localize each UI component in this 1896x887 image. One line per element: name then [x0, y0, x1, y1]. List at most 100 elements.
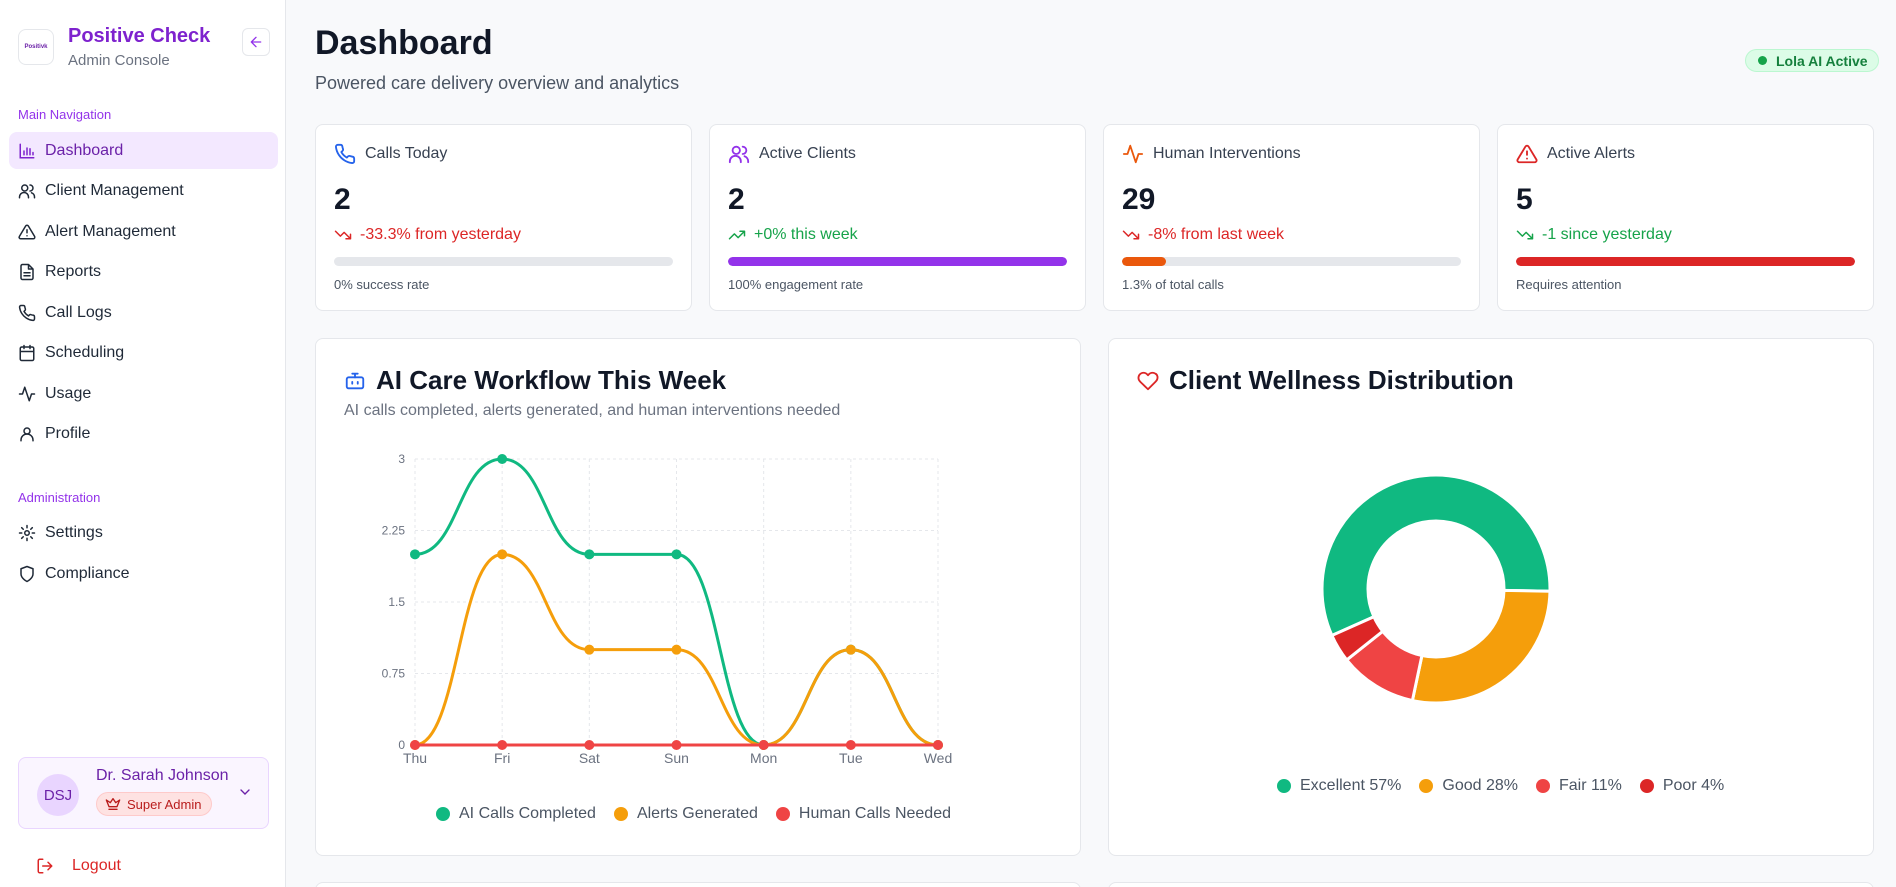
calendar-icon — [19, 344, 35, 361]
legend-label: Alerts Generated — [636, 805, 758, 822]
legend-item[interactable]: Excellent 57% — [1277, 777, 1401, 795]
donut-slice[interactable] — [1410, 588, 1552, 705]
sidebar-item-label: Settings — [45, 523, 103, 541]
stat-card-active-alerts: Active Alerts 5 -1 since yesterday Requi… — [1497, 124, 1874, 311]
chevron-down-icon[interactable] — [237, 784, 253, 800]
progress-fill — [1122, 257, 1167, 266]
trending-down-icon — [1516, 230, 1534, 240]
workflow-line-chart: 00.751.52.253Thu Fri Sat Sun Mon Tue Wed — [382, 452, 953, 766]
sidebar-item-dashboard[interactable]: Dashboard — [9, 132, 278, 169]
legend-item[interactable]: Poor 4% — [1639, 777, 1725, 795]
data-point[interactable] — [410, 740, 420, 750]
x-tick-label: Mon — [750, 750, 777, 766]
wellness-panel: Client Wellness Distribution Excellent 5… — [1108, 338, 1874, 856]
data-point[interactable] — [845, 740, 856, 750]
data-point[interactable] — [497, 549, 508, 560]
data-point[interactable] — [671, 740, 682, 750]
legend-item[interactable]: Good 28% — [1419, 777, 1518, 795]
administration-label: Administration — [18, 490, 101, 505]
legend-item[interactable]: AI Calls Completed — [436, 805, 596, 823]
stat-change: -33.3% from yesterday — [334, 226, 521, 244]
user-icon — [20, 426, 34, 441]
data-point[interactable] — [671, 644, 682, 655]
legend-item[interactable]: Fair 11% — [1536, 777, 1622, 795]
data-point[interactable] — [845, 644, 856, 655]
avatar: DSJ — [37, 774, 79, 816]
bar-chart-icon — [19, 143, 35, 158]
sidebar-item-label: Usage — [45, 384, 92, 402]
activity-icon — [18, 386, 36, 401]
legend-label: Fair 11% — [1559, 777, 1622, 794]
data-point[interactable] — [584, 644, 595, 655]
sidebar-item-settings[interactable]: Settings — [9, 514, 278, 551]
legend-item[interactable]: Human Calls Needed — [775, 805, 951, 823]
trending-down-icon — [1122, 230, 1140, 240]
crown-icon — [105, 798, 121, 810]
alert-triangle-icon — [18, 223, 36, 239]
sidebar-item-client-management[interactable]: Client Management — [9, 172, 278, 209]
user-card[interactable]: DSJ Dr. Sarah Johnson Super Admin — [18, 757, 269, 829]
logout-button[interactable]: Logout — [36, 857, 121, 875]
data-point[interactable] — [497, 454, 508, 464]
trending-down-icon — [334, 230, 352, 240]
stat-card-active-clients: Active Clients 2 +0% this week 100% enga… — [709, 124, 1086, 311]
y-tick-label: 0.75 — [382, 667, 406, 681]
x-tick-label: Sat — [579, 750, 600, 766]
file-text-icon — [20, 263, 34, 280]
legend-label: Human Calls Needed — [798, 805, 951, 822]
stat-change-text: -1 since yesterday — [1542, 226, 1672, 243]
sidebar-item-reports[interactable]: Reports — [9, 253, 278, 290]
stat-footer: 1.3% of total calls — [1122, 277, 1224, 292]
progress-bar — [1122, 257, 1461, 266]
sidebar-item-alert-management[interactable]: Alert Management — [9, 213, 278, 250]
progress-bar — [334, 257, 673, 266]
alert-triangle-icon — [1516, 144, 1538, 164]
sidebar-item-label: Compliance — [45, 564, 130, 582]
sidebar-item-label: Scheduling — [45, 343, 125, 361]
stat-title: Human Interventions — [1153, 145, 1301, 162]
data-point[interactable] — [933, 740, 943, 750]
data-point[interactable] — [410, 549, 420, 560]
main-navigation-label: Main Navigation — [18, 107, 112, 122]
stat-value: 2 — [334, 183, 351, 216]
legend-dot — [613, 807, 628, 821]
next-panel-edge — [1108, 882, 1874, 887]
brand-logo: Positivk — [18, 28, 54, 65]
stat-change-text: -33.3% from yesterday — [360, 226, 521, 243]
ai-status-badge: Lola AI Active — [1745, 49, 1879, 72]
sidebar-item-compliance[interactable]: Compliance — [9, 555, 278, 592]
stat-change-text: +0% this week — [754, 226, 858, 243]
sidebar-item-call-logs[interactable]: Call Logs — [9, 294, 278, 331]
legend-dot — [1536, 779, 1550, 793]
sidebar-item-scheduling[interactable]: Scheduling — [9, 334, 278, 371]
collapse-sidebar-button[interactable] — [242, 28, 270, 56]
data-point[interactable] — [758, 740, 769, 750]
legend-label: AI Calls Completed — [459, 805, 596, 822]
logout-icon — [37, 858, 53, 874]
data-point[interactable] — [584, 740, 595, 750]
legend-item[interactable]: Alerts Generated — [613, 805, 758, 823]
progress-fill — [728, 257, 1067, 266]
activity-icon — [1122, 144, 1144, 164]
sidebar-item-profile[interactable]: Profile — [9, 415, 278, 452]
data-point[interactable] — [584, 549, 595, 560]
stat-footer: 0% success rate — [334, 277, 430, 292]
stat-title: Calls Today — [365, 145, 448, 162]
legend-dot — [1277, 779, 1291, 793]
x-tick-label: Wed — [924, 750, 953, 766]
x-tick-label: Fri — [494, 750, 510, 766]
page-subtitle: Powered care delivery overview and analy… — [315, 73, 680, 93]
gear-icon — [18, 524, 36, 541]
legend-dot — [1419, 779, 1434, 793]
progress-bar — [728, 257, 1067, 266]
data-point[interactable] — [671, 549, 682, 560]
status-dot — [1758, 56, 1767, 65]
stat-card-calls-today: Calls Today 2 -33.3% from yesterday 0% s… — [315, 124, 692, 311]
legend-label: Poor 4% — [1662, 777, 1725, 794]
data-point[interactable] — [497, 740, 508, 750]
brand-title: Positive Check — [68, 25, 211, 47]
x-tick-label: Thu — [403, 750, 427, 766]
sidebar-item-usage[interactable]: Usage — [9, 375, 278, 412]
phone-icon — [335, 143, 356, 164]
stat-change: +0% this week — [728, 226, 858, 244]
